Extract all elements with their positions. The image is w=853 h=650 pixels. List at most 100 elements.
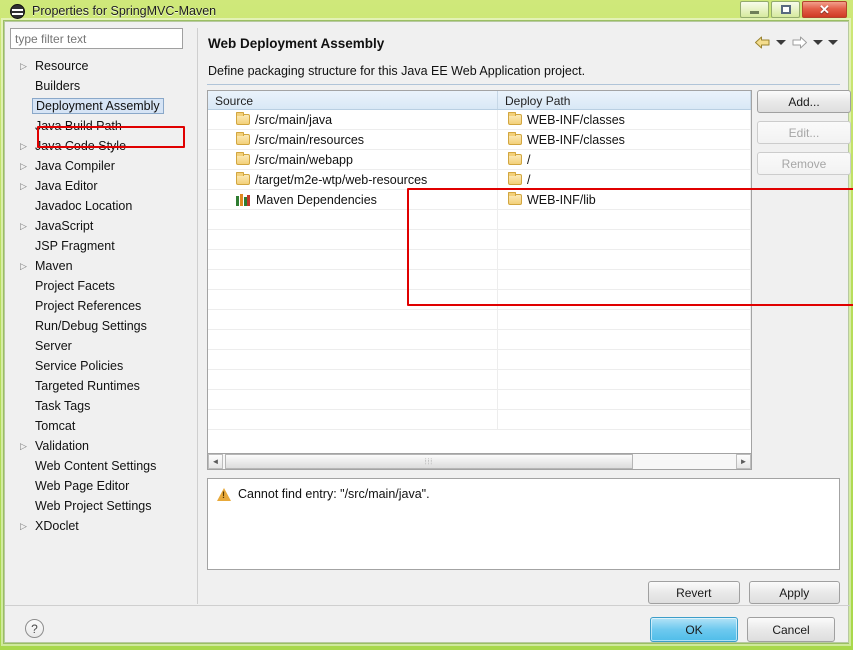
scroll-right-arrow-icon[interactable]: ►	[736, 454, 751, 469]
table-row-empty[interactable]	[208, 210, 751, 230]
column-header-deploy-path[interactable]: Deploy Path	[498, 91, 751, 109]
sidebar-item-service-policies[interactable]: ▷Service Policies	[10, 356, 195, 376]
sidebar-item-label: Builders	[35, 79, 81, 93]
column-header-source[interactable]: Source	[208, 91, 498, 109]
table-row[interactable]: /src/main/resources WEB-INF/classes	[208, 130, 751, 150]
table-body[interactable]: /src/main/java WEB-INF/classes/src/main/r…	[208, 110, 751, 430]
tree-indent-spacer: ▷	[20, 82, 34, 91]
cell-source: /src/main/webapp	[208, 150, 498, 169]
expand-triangle-icon[interactable]: ▷	[20, 221, 34, 231]
help-icon[interactable]: ?	[25, 619, 44, 638]
scrollbar-thumb[interactable]: ⦙⦙⦙	[225, 454, 633, 469]
table-header-row: Source Deploy Path	[208, 91, 751, 110]
sidebar-item-project-references[interactable]: ▷Project References	[10, 296, 195, 316]
scroll-left-arrow-icon[interactable]: ◄	[208, 454, 223, 469]
expand-triangle-icon[interactable]: ▷	[20, 61, 34, 71]
table-row[interactable]: /target/m2e-wtp/web-resources /	[208, 170, 751, 190]
table-row-empty[interactable]	[208, 290, 751, 310]
sidebar-item-tomcat[interactable]: ▷Tomcat	[10, 416, 195, 436]
folder-icon	[508, 172, 522, 185]
cancel-button[interactable]: Cancel	[747, 617, 835, 642]
cell-deploy-path	[498, 310, 751, 329]
table-row[interactable]: /src/main/java WEB-INF/classes	[208, 110, 751, 130]
sidebar-item-javadoc-location[interactable]: ▷Javadoc Location	[10, 196, 195, 216]
cell-source	[208, 410, 498, 429]
sidebar-item-run-debug-settings[interactable]: ▷Run/Debug Settings	[10, 316, 195, 336]
sidebar-item-java-build-path[interactable]: ▷Java Build Path	[10, 116, 195, 136]
cell-source	[208, 330, 498, 349]
sidebar-item-web-project-settings[interactable]: ▷Web Project Settings	[10, 496, 195, 516]
tree-indent-spacer: ▷	[20, 302, 34, 311]
source-path-label: /src/main/java	[255, 112, 333, 127]
filter-input[interactable]	[10, 28, 183, 49]
table-horizontal-scrollbar[interactable]: ◄ ⦙⦙⦙ ►	[207, 453, 752, 470]
forward-chevron-down-icon[interactable]	[813, 40, 823, 45]
maximize-button[interactable]	[771, 1, 800, 18]
sidebar-item-label: Java Code Style	[35, 139, 127, 153]
close-button[interactable]: ✕	[802, 1, 847, 18]
assembly-table[interactable]: Source Deploy Path /src/main/java WEB-INF…	[207, 90, 752, 460]
expand-triangle-icon[interactable]: ▷	[20, 181, 34, 191]
sidebar-item-web-content-settings[interactable]: ▷Web Content Settings	[10, 456, 195, 476]
expand-triangle-icon[interactable]: ▷	[20, 441, 34, 451]
cell-deploy-path	[498, 270, 751, 289]
minimize-button[interactable]	[740, 1, 769, 18]
view-menu-chevron-down-icon[interactable]	[828, 40, 838, 45]
table-row-empty[interactable]	[208, 350, 751, 370]
table-row[interactable]: /src/main/webapp /	[208, 150, 751, 170]
table-row-empty[interactable]	[208, 410, 751, 430]
expand-triangle-icon[interactable]: ▷	[20, 161, 34, 171]
table-row-empty[interactable]	[208, 250, 751, 270]
expand-triangle-icon[interactable]: ▷	[20, 141, 34, 151]
back-arrow-icon[interactable]	[754, 35, 771, 50]
table-row[interactable]: Maven Dependencies WEB-INF/lib	[208, 190, 751, 210]
cell-source	[208, 370, 498, 389]
sidebar-item-resource[interactable]: ▷ Resource	[10, 56, 195, 76]
sidebar-item-label: Web Project Settings	[35, 499, 152, 513]
table-row-empty[interactable]	[208, 330, 751, 350]
sidebar-item-java-code-style[interactable]: ▷ Java Code Style	[10, 136, 195, 156]
sidebar-item-jsp-fragment[interactable]: ▷JSP Fragment	[10, 236, 195, 256]
folder-icon	[236, 112, 250, 125]
dialog-body: ▷Resource▷Builders▷Deployment Assembly▷J…	[4, 21, 853, 643]
cell-deploy-path: /	[498, 170, 751, 189]
tree-indent-spacer: ▷	[20, 362, 34, 371]
folder-icon	[508, 112, 522, 125]
sidebar-item-server[interactable]: ▷Server	[10, 336, 195, 356]
sidebar-item-xdoclet[interactable]: ▷ XDoclet	[10, 516, 195, 536]
back-chevron-down-icon[interactable]	[776, 40, 786, 45]
sidebar-item-label: Project Facets	[35, 279, 115, 293]
sidebar-item-javascript[interactable]: ▷ JavaScript	[10, 216, 195, 236]
sidebar-item-web-page-editor[interactable]: ▷Web Page Editor	[10, 476, 195, 496]
sidebar-item-targeted-runtimes[interactable]: ▷Targeted Runtimes	[10, 376, 195, 396]
sidebar-item-maven[interactable]: ▷ Maven	[10, 256, 195, 276]
expand-triangle-icon[interactable]: ▷	[20, 261, 34, 271]
apply-button[interactable]: Apply	[748, 581, 840, 604]
source-path-label: /target/m2e-wtp/web-resources	[255, 172, 428, 187]
sidebar-item-task-tags[interactable]: ▷Task Tags	[10, 396, 195, 416]
add-button[interactable]: Add...	[757, 90, 851, 113]
sidebar-item-project-facets[interactable]: ▷Project Facets	[10, 276, 195, 296]
sidebar-item-label: JSP Fragment	[35, 239, 115, 253]
folder-icon	[236, 152, 250, 165]
sidebar-item-builders[interactable]: ▷Builders	[10, 76, 195, 96]
table-row-empty[interactable]	[208, 370, 751, 390]
ok-button[interactable]: OK	[650, 617, 738, 642]
panel-divider	[197, 28, 198, 604]
table-row-empty[interactable]	[208, 270, 751, 290]
revert-button[interactable]: Revert	[648, 581, 740, 604]
sidebar-item-java-editor[interactable]: ▷ Java Editor	[10, 176, 195, 196]
sidebar-item-validation[interactable]: ▷ Validation	[10, 436, 195, 456]
cell-deploy-path	[498, 330, 751, 349]
table-row-empty[interactable]	[208, 390, 751, 410]
cell-source: /target/m2e-wtp/web-resources	[208, 170, 498, 189]
scrollbar-track[interactable]: ⦙⦙⦙	[223, 454, 736, 469]
sidebar-item-deployment-assembly[interactable]: ▷Deployment Assembly	[10, 96, 195, 116]
dialog-footer-buttons: OK Cancel	[650, 617, 835, 642]
sidebar-item-java-compiler[interactable]: ▷ Java Compiler	[10, 156, 195, 176]
tree-indent-spacer: ▷	[20, 242, 34, 251]
settings-tree[interactable]: ▷Resource▷Builders▷Deployment Assembly▷J…	[10, 56, 195, 596]
table-row-empty[interactable]	[208, 310, 751, 330]
table-row-empty[interactable]	[208, 230, 751, 250]
expand-triangle-icon[interactable]: ▷	[20, 521, 34, 531]
